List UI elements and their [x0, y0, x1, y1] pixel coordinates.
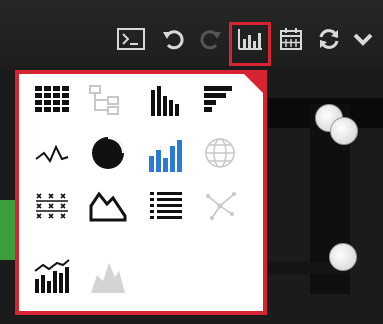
- table-icon[interactable]: [30, 80, 74, 120]
- pie-chart-icon[interactable]: [86, 133, 130, 173]
- tree-icon[interactable]: [83, 80, 127, 120]
- line-chart-icon[interactable]: [30, 135, 74, 175]
- calendar-icon[interactable]: [276, 24, 306, 54]
- column-chart-icon[interactable]: [144, 80, 188, 120]
- chevron-down-icon[interactable]: [348, 24, 378, 54]
- horizontal-bar-chart-icon[interactable]: [198, 80, 242, 120]
- area-chart-icon[interactable]: [86, 186, 130, 226]
- toolbar: [0, 0, 383, 66]
- mountain-chart-icon[interactable]: [86, 256, 130, 296]
- matrix-icon[interactable]: [30, 186, 74, 226]
- network-icon[interactable]: [198, 186, 242, 226]
- slider-handle-top-2[interactable]: [330, 117, 358, 145]
- slider-handle-bottom[interactable]: [329, 243, 357, 271]
- list-icon[interactable]: [144, 186, 188, 226]
- undo-icon[interactable]: [158, 24, 188, 54]
- bar-chart-icon[interactable]: [235, 24, 265, 54]
- globe-icon[interactable]: [198, 133, 242, 173]
- terminal-icon[interactable]: [116, 24, 146, 54]
- combo-chart-icon[interactable]: [30, 256, 74, 296]
- redo-icon[interactable]: [196, 24, 226, 54]
- refresh-icon[interactable]: [314, 24, 344, 54]
- blue-column-chart-icon[interactable]: [144, 135, 188, 175]
- panel-corner-marker: [240, 70, 267, 97]
